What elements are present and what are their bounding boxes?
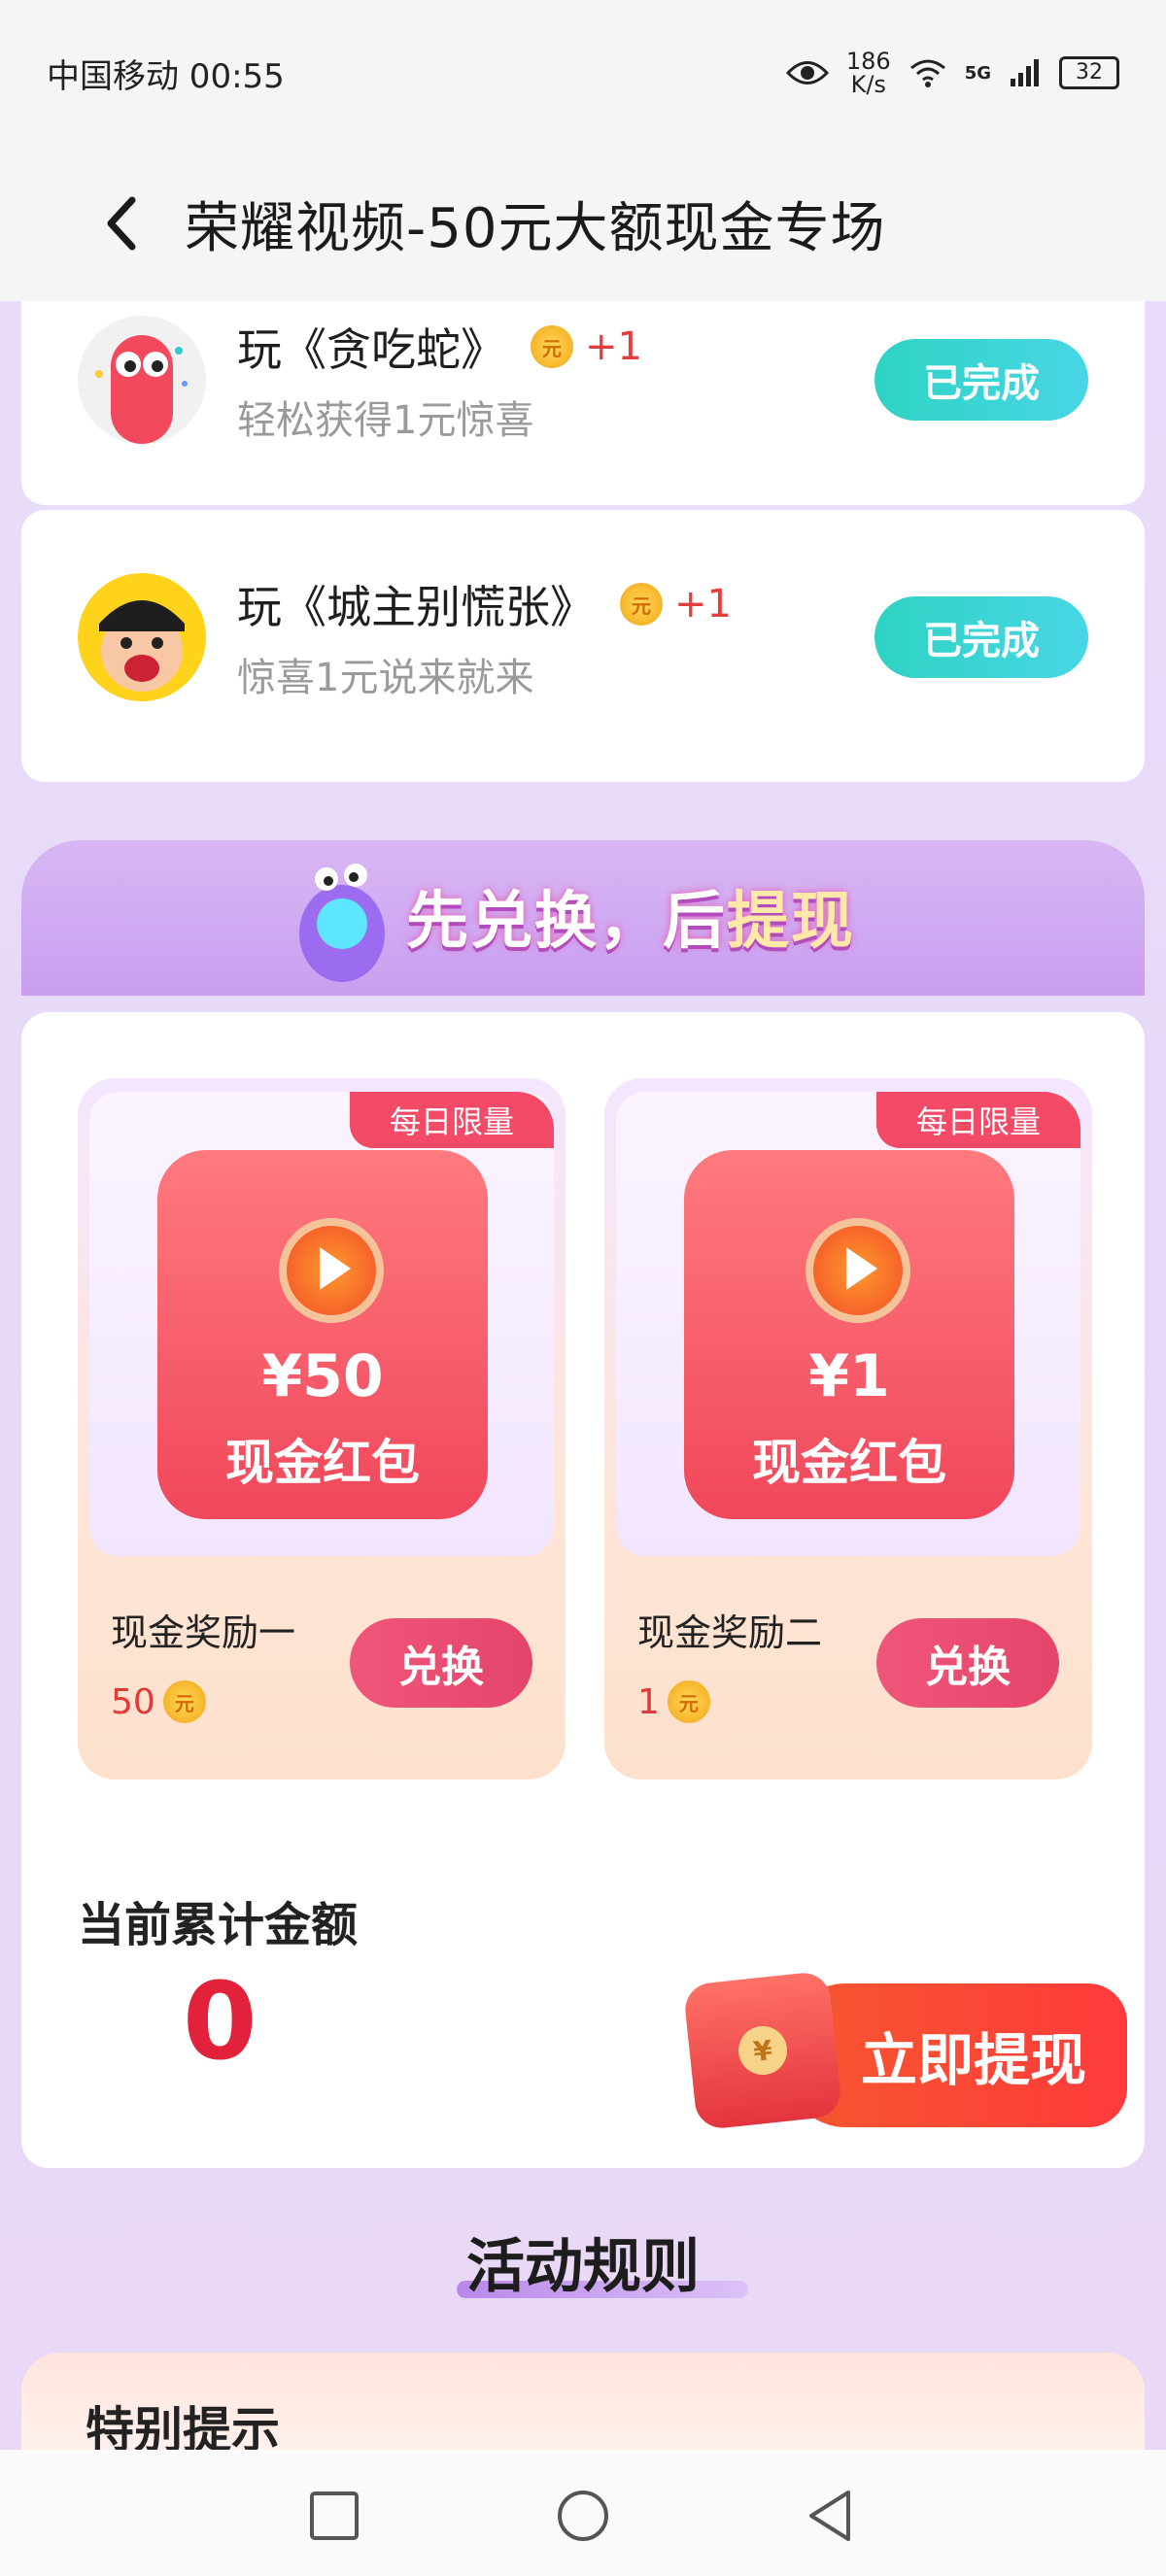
reward-card: 每日限量 ¥1 现金红包 现金奖励二 1 元 兑换 [604, 1078, 1092, 1779]
banner-text-main: 先兑换，后 [406, 886, 727, 958]
battery-indicator: 32 [1059, 56, 1119, 89]
reward-name: 现金奖励一 [111, 1611, 296, 1654]
task-text: 玩《贪吃蛇》 元 +1 轻松获得1元惊喜 [237, 315, 874, 445]
banner-title: 先兑换，后提现 [406, 871, 855, 961]
recent-apps-button[interactable] [295, 2477, 373, 2555]
envelope-amount: ¥1 [808, 1342, 890, 1410]
reward-image: 每日限量 ¥50 现金红包 [89, 1092, 554, 1556]
red-envelope-icon: ¥ [682, 1970, 843, 2131]
play-icon [806, 1218, 910, 1323]
network-speed: 186 K/s [846, 50, 891, 96]
eye-icon [785, 61, 829, 85]
total-amount-value: 0 [183, 1959, 257, 2084]
network-speed-unit: K/s [850, 71, 886, 98]
carrier-time: 中国移动 00:55 [47, 56, 285, 96]
network-type: 5G [964, 62, 991, 84]
square-icon [310, 2491, 359, 2540]
task-subtitle: 惊喜1元说来就来 [237, 656, 534, 700]
chevron-left-icon [107, 196, 136, 251]
reward-cost: 50 元 [111, 1680, 206, 1723]
mascot-icon [299, 864, 385, 982]
coin-icon: 元 [620, 583, 663, 626]
daily-limit-tag: 每日限量 [350, 1092, 554, 1148]
exchange-button[interactable]: 兑换 [876, 1618, 1059, 1708]
envelope-label: 现金红包 [752, 1435, 946, 1491]
reward-card: 每日限量 ¥50 现金红包 现金奖励一 50 元 兑换 [78, 1078, 566, 1779]
exchange-button[interactable]: 兑换 [350, 1618, 532, 1708]
status-icons: 186 K/s 5G 32 [785, 50, 1119, 96]
task-reward: +1 [585, 324, 642, 369]
task-item: 玩《贪吃蛇》 元 +1 轻松获得1元惊喜 已完成 [78, 315, 1088, 445]
rules-title: 活动规则 [466, 2233, 700, 2301]
reward-cost-value: 1 [637, 1681, 660, 1722]
network-speed-value: 186 [845, 48, 891, 75]
coin-icon: 元 [162, 1680, 206, 1723]
wifi-icon [909, 59, 945, 87]
page-title: 荣耀视频-50元大额现金专场 [185, 196, 886, 260]
reward-image: 每日限量 ¥1 现金红包 [616, 1092, 1080, 1556]
completed-button[interactable]: 已完成 [874, 339, 1088, 421]
task-title-text: 玩《城主别慌张》 [237, 581, 595, 633]
reward-cost-value: 50 [111, 1681, 155, 1722]
envelope-amount: ¥50 [261, 1342, 384, 1410]
task-card: 玩《贪吃蛇》 元 +1 轻松获得1元惊喜 已完成 [21, 301, 1145, 505]
title-bar: 荣耀视频-50元大额现金专场 [0, 146, 1166, 301]
task-card: 玩《城主别慌张》 元 +1 惊喜1元说来就来 已完成 [21, 510, 1145, 782]
task-text: 玩《城主别慌张》 元 +1 惊喜1元说来就来 [237, 572, 874, 702]
task-title: 玩《城主别慌张》 元 +1 [237, 572, 874, 636]
coin-icon: 元 [531, 325, 573, 368]
task-subtitle: 轻松获得1元惊喜 [237, 398, 534, 443]
triangle-back-icon [809, 2491, 850, 2541]
home-button[interactable] [544, 2477, 622, 2555]
back-button[interactable] [82, 185, 159, 262]
task-item: 玩《城主别慌张》 元 +1 惊喜1元说来就来 已完成 [78, 572, 1088, 702]
daily-limit-tag: 每日限量 [876, 1092, 1080, 1148]
withdraw-widget: 立即提现 ¥ [670, 1964, 1129, 2137]
reward-name: 现金奖励二 [637, 1611, 823, 1654]
circle-icon [558, 2491, 608, 2541]
completed-button[interactable]: 已完成 [874, 596, 1088, 678]
envelope-label: 现金红包 [225, 1435, 420, 1491]
red-envelope-icon: ¥50 现金红包 [157, 1150, 488, 1519]
task-reward: +1 [674, 582, 732, 627]
reward-cost: 1 元 [637, 1680, 710, 1723]
play-icon [279, 1218, 384, 1323]
exchange-card: 每日限量 ¥50 现金红包 现金奖励一 50 元 兑换 每日限量 ¥1 现金红包… [21, 1012, 1145, 2168]
system-nav-bar [0, 2450, 1166, 2576]
city-lord-game-avatar [78, 573, 206, 701]
task-title: 玩《贪吃蛇》 元 +1 [237, 315, 874, 379]
banner-text-highlight: 提现 [727, 886, 855, 958]
red-envelope-icon: ¥1 现金红包 [684, 1150, 1014, 1519]
coin-icon: ¥ [736, 2023, 790, 2078]
total-amount-label: 当前累计金额 [78, 1898, 359, 1952]
signal-icon [1011, 59, 1039, 86]
task-title-text: 玩《贪吃蛇》 [237, 323, 505, 376]
coin-icon: 元 [667, 1680, 710, 1723]
exchange-banner: 先兑换，后提现 [21, 840, 1145, 996]
status-bar: 中国移动 00:55 186 K/s 5G 32 [0, 0, 1166, 146]
withdraw-button[interactable]: 立即提现 [787, 1983, 1127, 2127]
snake-game-avatar [78, 316, 206, 444]
system-back-button[interactable] [791, 2477, 869, 2555]
